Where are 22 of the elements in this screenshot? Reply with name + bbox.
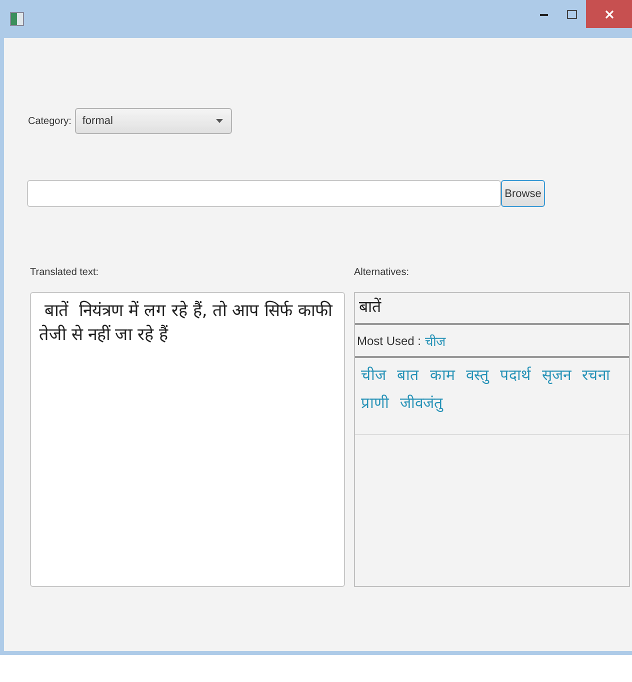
app-icon bbox=[10, 12, 24, 26]
alternative-word[interactable]: पदार्थ bbox=[500, 364, 531, 384]
alternative-word[interactable]: चीज bbox=[361, 364, 386, 384]
translated-text-label: Translated text: bbox=[30, 267, 100, 278]
alternatives-label: Alternatives: bbox=[354, 267, 410, 278]
alternative-word[interactable]: प्राणी bbox=[361, 392, 389, 412]
file-path-field[interactable] bbox=[27, 180, 501, 207]
most-used-label: Most Used : bbox=[357, 334, 422, 348]
alternative-word[interactable]: सृजन bbox=[542, 364, 571, 384]
most-used-word[interactable]: चीज bbox=[425, 332, 446, 350]
close-icon[interactable] bbox=[586, 0, 632, 28]
category-label: Category: bbox=[28, 116, 72, 126]
alternative-word[interactable]: रचना bbox=[582, 364, 610, 384]
alternative-word[interactable]: वस्तु bbox=[466, 364, 489, 384]
alternative-word[interactable]: जीवजंतु bbox=[400, 392, 443, 412]
browse-button[interactable]: Browse bbox=[501, 180, 545, 207]
alternative-word[interactable]: काम bbox=[430, 364, 455, 384]
caret-icon bbox=[216, 119, 224, 123]
category-dropdown[interactable]: formal bbox=[75, 108, 232, 134]
alternative-word[interactable]: बात bbox=[397, 364, 419, 384]
source-word: बातें bbox=[355, 293, 629, 325]
translated-text-area[interactable]: बातें नियंत्रण में लग रहे हैं, तो आप सिर्फ काफी तेजी से नहीं जा रहे हैं bbox=[30, 292, 345, 587]
